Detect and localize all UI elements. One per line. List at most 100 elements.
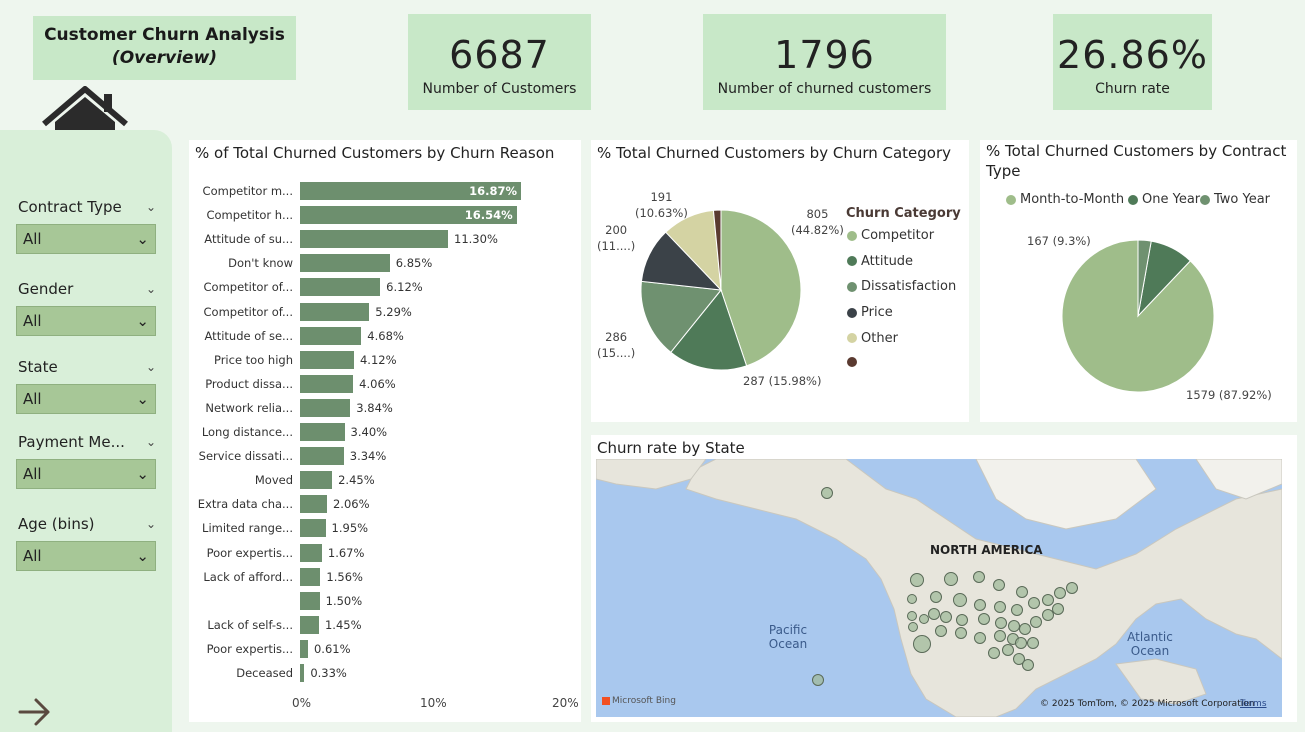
state-bubble[interactable]	[995, 617, 1007, 629]
state-bubble[interactable]	[928, 608, 940, 620]
dropdown-value: All	[23, 390, 42, 408]
state-bubble[interactable]	[1027, 637, 1039, 649]
state-bubble[interactable]	[935, 625, 947, 637]
slice-value: 287 (15.98%)	[743, 374, 822, 388]
state-bubble[interactable]	[1015, 637, 1027, 649]
state-bubble[interactable]	[908, 622, 918, 632]
bar[interactable]	[300, 664, 305, 682]
state-bubble[interactable]	[978, 613, 990, 625]
dropdown-value: All	[23, 312, 42, 330]
state-bubble[interactable]	[919, 614, 929, 624]
state-bubble[interactable]	[993, 579, 1005, 591]
state-bubble[interactable]	[944, 572, 958, 586]
state-bubble[interactable]	[910, 573, 924, 587]
state-bubble[interactable]	[1011, 604, 1023, 616]
map-canvas[interactable]: NORTH AMERICA Pacific Ocean Atlantic Oce…	[596, 459, 1282, 717]
dropdown-value: All	[23, 230, 42, 248]
legend-label: Other	[861, 330, 898, 346]
state-bubble[interactable]	[913, 635, 931, 653]
bar[interactable]	[300, 398, 351, 417]
state-bubble[interactable]	[988, 647, 1000, 659]
contract-type-dropdown[interactable]: All ⌄	[16, 224, 156, 254]
churn-by-state-map: Churn rate by State NORTH AMERICA Pacifi…	[591, 435, 1297, 722]
state-bubble[interactable]	[974, 632, 986, 644]
state-bubble[interactable]	[953, 593, 967, 607]
state-dropdown[interactable]: All ⌄	[16, 384, 156, 414]
bar[interactable]	[300, 543, 322, 562]
filter-header[interactable]: Contract Type ⌄	[16, 198, 156, 216]
slice-label-other: 191 (10.63%)	[635, 189, 688, 221]
state-bubble[interactable]	[821, 487, 833, 499]
filter-header[interactable]: Payment Me... ⌄	[16, 433, 156, 451]
state-bubble[interactable]	[1022, 659, 1034, 671]
filter-header[interactable]: State ⌄	[16, 358, 156, 376]
state-bubble[interactable]	[1030, 616, 1042, 628]
map-label-pacific: Pacific Ocean	[768, 623, 808, 651]
chevron-down-icon[interactable]: ⌄	[146, 517, 156, 531]
chevron-down-icon[interactable]: ⌄	[146, 200, 156, 214]
legend-item[interactable]	[847, 356, 861, 367]
state-bubble[interactable]	[955, 627, 967, 639]
state-bubble[interactable]	[1042, 594, 1054, 606]
bar[interactable]	[300, 471, 333, 490]
bar[interactable]	[300, 374, 354, 393]
chevron-down-icon[interactable]: ⌄	[146, 435, 156, 449]
legend-item[interactable]: Competitor	[847, 228, 934, 243]
churn-reason-chart: % of Total Churned Customers by Churn Re…	[189, 140, 581, 722]
bar[interactable]	[300, 350, 354, 369]
bar[interactable]	[300, 278, 381, 297]
bar[interactable]	[300, 567, 321, 586]
state-bubble[interactable]	[812, 674, 824, 686]
bar-category-label: Deceased	[236, 666, 293, 680]
bar[interactable]	[300, 302, 370, 321]
bar[interactable]	[300, 423, 345, 441]
state-bubble[interactable]	[1054, 587, 1066, 599]
state-bubble[interactable]	[994, 601, 1006, 613]
bar-category-label: Long distance...	[201, 425, 293, 439]
state-bubble[interactable]	[973, 571, 985, 583]
bar[interactable]	[300, 639, 308, 658]
kpi-value: 6687	[449, 33, 550, 77]
state-bubble[interactable]	[907, 594, 917, 604]
slice-label-competitor: 805 (44.82%)	[791, 206, 844, 238]
chevron-down-icon[interactable]: ⌄	[146, 282, 156, 296]
bar[interactable]	[300, 615, 319, 634]
state-bubble[interactable]	[930, 591, 942, 603]
legend-item[interactable]: Attitude	[847, 254, 913, 269]
bar[interactable]	[300, 495, 327, 514]
state-bubble[interactable]	[1016, 586, 1028, 598]
state-bubble[interactable]	[1066, 582, 1078, 594]
legend-item[interactable]: Other	[847, 331, 898, 346]
state-bubble[interactable]	[1002, 644, 1014, 656]
bar[interactable]	[300, 254, 390, 273]
state-bubble[interactable]	[1028, 597, 1040, 609]
bar-value-label: 1.56%	[326, 569, 363, 584]
legend-item[interactable]: Price	[847, 305, 893, 320]
bar[interactable]	[300, 447, 344, 466]
payment-method-dropdown[interactable]: All ⌄	[16, 459, 156, 489]
filter-header[interactable]: Age (bins) ⌄	[16, 515, 156, 533]
bar[interactable]	[300, 519, 326, 538]
state-bubble[interactable]	[994, 630, 1006, 642]
slice-label-dissatisfaction: 286 (15....)	[597, 329, 635, 361]
state-bubble[interactable]	[956, 614, 968, 626]
state-bubble[interactable]	[1019, 623, 1031, 635]
state-bubble[interactable]	[974, 599, 986, 611]
filter-header[interactable]: Gender ⌄	[16, 280, 156, 298]
slice-value: 191	[650, 190, 673, 204]
bar[interactable]	[300, 326, 362, 345]
bar[interactable]	[300, 591, 320, 610]
filter-label: Contract Type	[18, 198, 122, 216]
bar-value-label: 4.12%	[359, 352, 397, 367]
legend-item[interactable]: Dissatisfaction	[847, 279, 956, 294]
bar[interactable]	[300, 230, 449, 249]
bar-category-label: Competitor of...	[203, 304, 294, 319]
age-bins-dropdown[interactable]: All ⌄	[16, 541, 156, 571]
state-bubble[interactable]	[940, 611, 952, 623]
arrow-right-icon[interactable]	[18, 697, 52, 727]
state-bubble[interactable]	[907, 611, 917, 621]
state-bubble[interactable]	[1052, 603, 1064, 615]
chevron-down-icon[interactable]: ⌄	[146, 360, 156, 374]
terms-link[interactable]: Terms	[1240, 699, 1267, 709]
gender-dropdown[interactable]: All ⌄	[16, 306, 156, 336]
